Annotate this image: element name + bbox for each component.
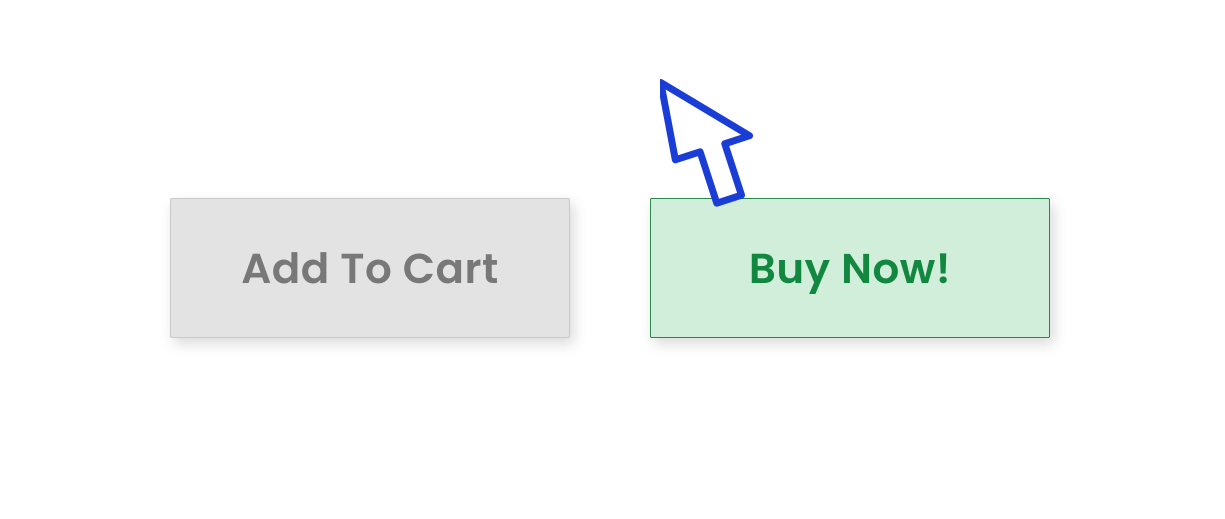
add-to-cart-label: Add To Cart: [241, 237, 499, 300]
cursor-arrow-icon: [660, 62, 780, 212]
buy-now-label: Buy Now!: [749, 237, 951, 300]
buy-now-button[interactable]: Buy Now!: [650, 198, 1050, 338]
diagram-stage: Add To Cart Buy Now!: [0, 0, 1225, 519]
add-to-cart-button[interactable]: Add To Cart: [170, 198, 570, 338]
